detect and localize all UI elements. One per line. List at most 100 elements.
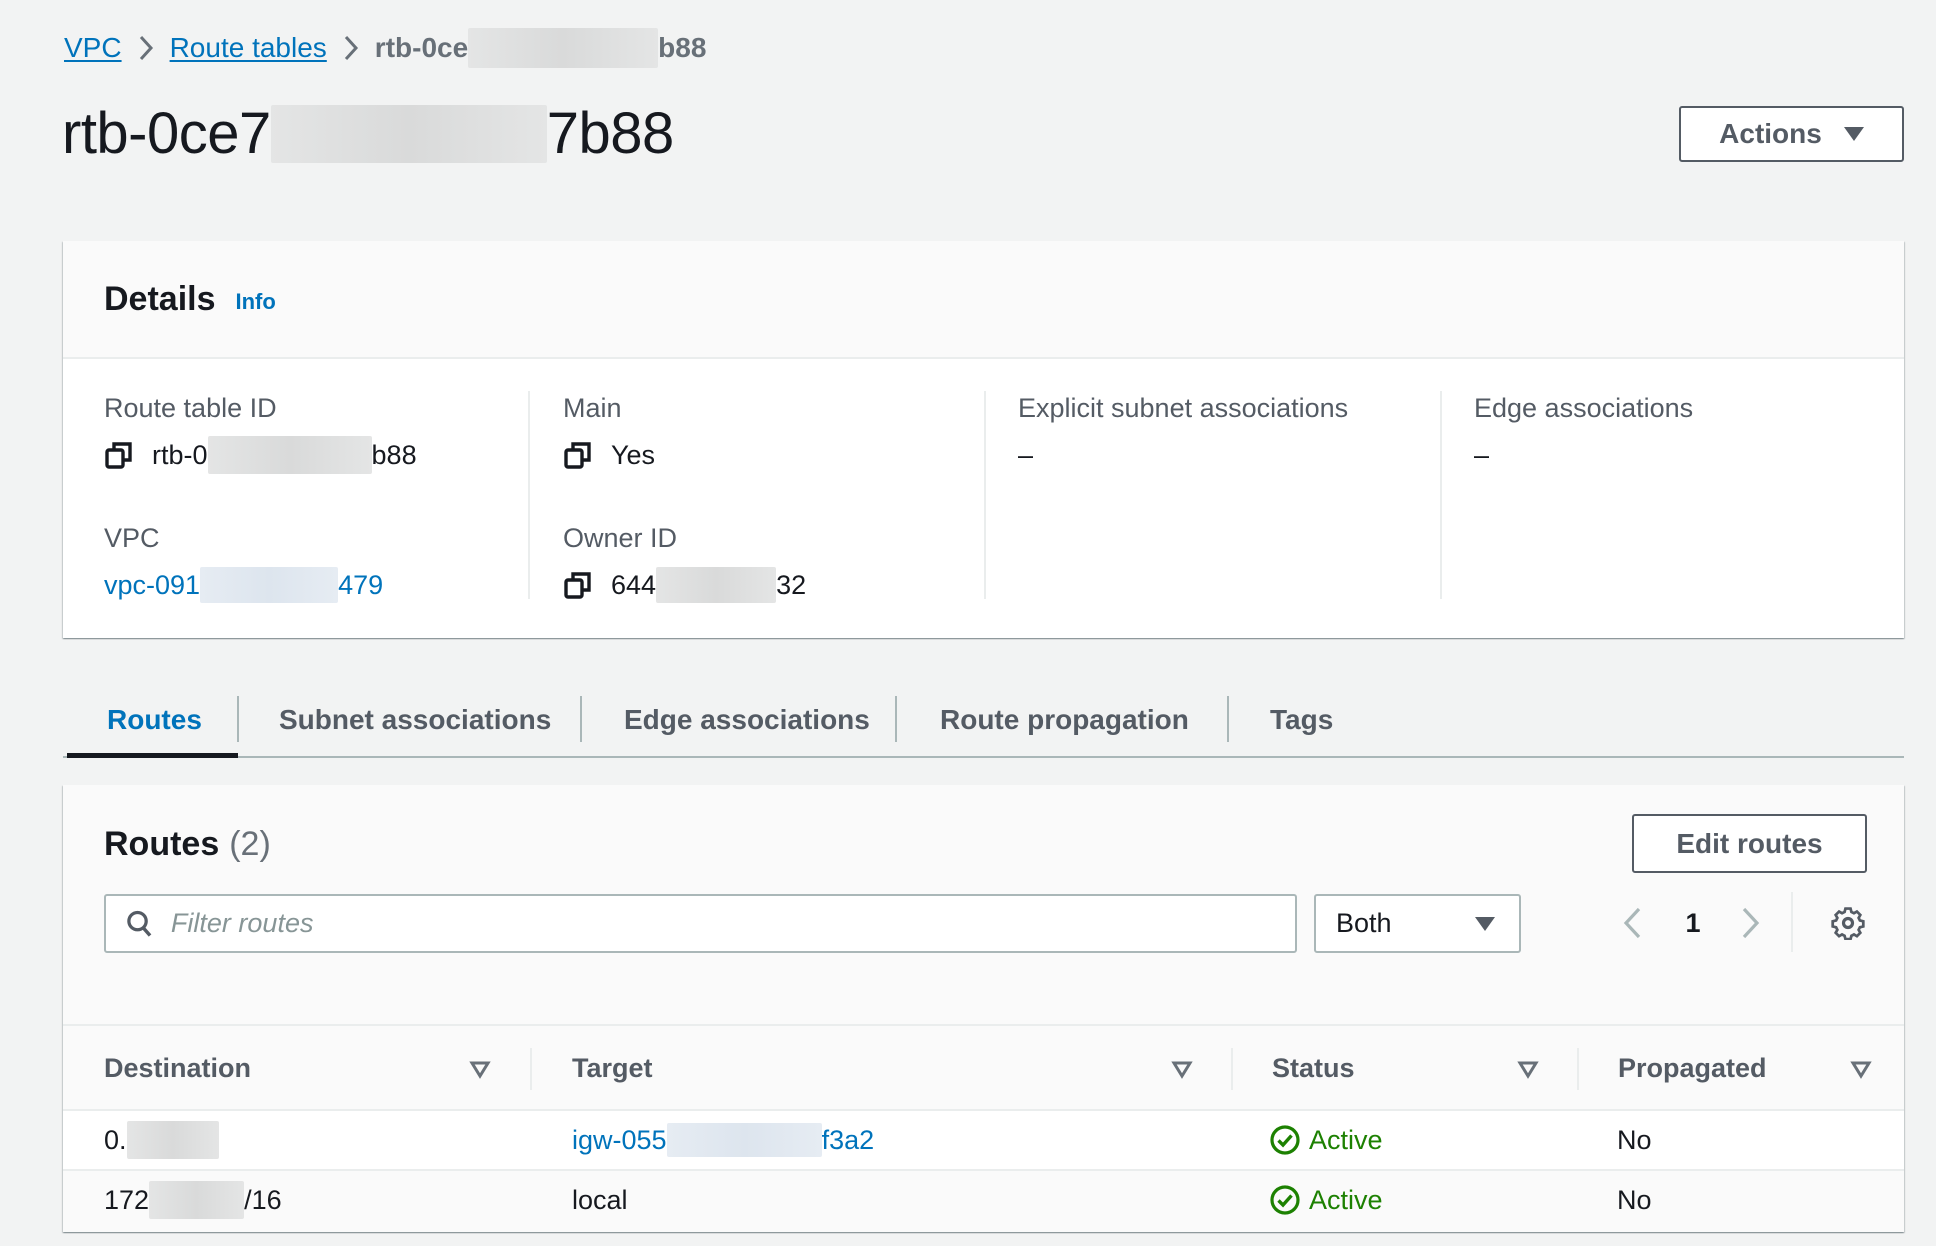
filter-routes-field[interactable]	[104, 894, 1297, 953]
copy-icon[interactable]	[563, 570, 593, 600]
column-divider	[530, 1048, 532, 1090]
redacted-text	[207, 436, 372, 474]
tab-divider	[1227, 696, 1229, 742]
column-divider	[1440, 391, 1442, 599]
target-cell: local	[572, 1171, 628, 1229]
vpc-suffix: 479	[338, 570, 384, 600]
chevron-left-icon	[1623, 907, 1641, 939]
status-cell: Active	[1269, 1111, 1383, 1169]
filter-routes-input[interactable]	[170, 908, 1295, 939]
target-link[interactable]: igw-055 f3a2	[572, 1111, 874, 1169]
explicit-subnet-associations-value: –	[1018, 440, 1034, 470]
target-suffix: f3a2	[821, 1124, 875, 1155]
column-header-status[interactable]: Status	[1272, 1026, 1355, 1111]
details-column-4: Edge associations –	[1474, 391, 1693, 599]
chevron-right-icon	[122, 34, 170, 62]
details-title: Details	[104, 279, 216, 318]
edge-associations-value: –	[1474, 440, 1490, 470]
previous-page-button[interactable]	[1612, 903, 1652, 943]
column-header-propagated[interactable]: Propagated	[1618, 1026, 1767, 1111]
edit-routes-button[interactable]: Edit routes	[1632, 814, 1867, 873]
vpc-link[interactable]: vpc-091 479	[104, 565, 417, 605]
column-divider	[1577, 1048, 1579, 1090]
table-row[interactable]: 0. igw-055 f3a2 Active No	[63, 1111, 1904, 1171]
route-table-id-value: rtb-0 b88	[104, 435, 417, 475]
destination-prefix: 172	[104, 1184, 150, 1215]
breadcrumb-link-vpc[interactable]: VPC	[64, 32, 122, 64]
column-divider	[984, 391, 986, 599]
column-header-destination[interactable]: Destination	[104, 1026, 251, 1111]
redacted-text	[149, 1181, 245, 1219]
sort-icon[interactable]	[1170, 1057, 1194, 1081]
main-value: Yes	[563, 435, 806, 475]
breadcrumb-link-route-tables[interactable]: Route tables	[170, 32, 327, 64]
caret-down-icon	[1843, 127, 1864, 141]
route-type-select-value: Both	[1336, 908, 1392, 938]
main-label: Main	[563, 393, 622, 423]
routes-title: Routes	[104, 825, 220, 863]
table-row[interactable]: 172 /16 local Active No	[63, 1171, 1904, 1231]
active-tab-indicator	[67, 753, 238, 758]
tab-divider	[237, 696, 239, 742]
routes-count: (2)	[229, 825, 271, 863]
sort-icon[interactable]	[468, 1057, 492, 1081]
tab-divider	[580, 696, 582, 742]
target-prefix: local	[572, 1184, 628, 1215]
route-table-id-suffix: b88	[371, 440, 417, 470]
vpc-prefix: vpc-091	[104, 570, 201, 600]
breadcrumb-current-prefix: rtb-0ce	[374, 32, 469, 63]
destination-cell: 172 /16	[104, 1171, 282, 1229]
preferences-button[interactable]	[1828, 903, 1868, 943]
tab-edge-associations[interactable]: Edge associations	[624, 684, 870, 756]
routes-heading: Routes (2)	[104, 825, 271, 864]
tab-routes[interactable]: Routes	[107, 684, 202, 756]
redacted-text	[468, 28, 659, 68]
redacted-text	[126, 1121, 219, 1159]
details-column-2: Main Yes Owner ID 644 32	[563, 391, 806, 603]
tab-route-propagation[interactable]: Route propagation	[940, 684, 1189, 756]
owner-id-value: 644 32	[563, 565, 806, 605]
sort-icon[interactable]	[1849, 1057, 1873, 1081]
pagination-divider	[1791, 892, 1793, 952]
status-text: Active	[1309, 1184, 1383, 1215]
route-type-select[interactable]: Both	[1314, 894, 1521, 953]
vpc-label: VPC	[104, 523, 160, 553]
explicit-subnet-associations-label: Explicit subnet associations	[1018, 393, 1349, 423]
column-header-target[interactable]: Target	[572, 1026, 653, 1111]
breadcrumb-current-suffix: b88	[658, 32, 707, 63]
redacted-text	[270, 104, 547, 163]
page-number-button[interactable]: 1	[1682, 903, 1704, 943]
search-icon	[127, 910, 152, 937]
details-fields: Route table ID rtb-0 b88 VPC vpc-091 479…	[63, 359, 1904, 638]
owner-id-label: Owner ID	[563, 523, 678, 553]
tab-tags[interactable]: Tags	[1270, 684, 1333, 756]
actions-button[interactable]: Actions	[1679, 106, 1904, 162]
gear-icon	[1831, 907, 1865, 940]
page-title-prefix: rtb-0ce7	[62, 101, 271, 166]
tab-divider	[895, 696, 897, 742]
copy-icon[interactable]	[104, 440, 134, 470]
propagated-cell: No	[1617, 1184, 1652, 1215]
destination-cell: 0.	[104, 1111, 219, 1169]
info-link[interactable]: Info	[236, 289, 276, 315]
target-prefix: igw-055	[572, 1124, 667, 1155]
redacted-text	[200, 567, 339, 603]
caret-down-icon	[1475, 916, 1495, 931]
next-page-button[interactable]	[1731, 903, 1771, 943]
redacted-text	[656, 567, 777, 603]
route-table-id-label: Route table ID	[104, 393, 277, 423]
details-header: Details Info	[63, 241, 1904, 359]
destination-prefix: 0.	[104, 1124, 127, 1155]
redacted-text	[666, 1123, 822, 1157]
check-circle-icon	[1270, 1185, 1300, 1215]
owner-id-prefix: 644	[611, 570, 657, 600]
column-divider	[528, 391, 530, 599]
details-column-3: Explicit subnet associations –	[1018, 391, 1348, 599]
sort-icon[interactable]	[1516, 1057, 1540, 1081]
details-column-1: Route table ID rtb-0 b88 VPC vpc-091 479	[104, 391, 417, 603]
copy-icon[interactable]	[563, 440, 593, 470]
chevron-right-icon	[327, 34, 375, 62]
tab-subnet-associations[interactable]: Subnet associations	[279, 684, 551, 756]
page-title-suffix: 7b88	[546, 101, 675, 166]
breadcrumb: VPC Route tables rtb-0ce b88	[64, 28, 707, 68]
